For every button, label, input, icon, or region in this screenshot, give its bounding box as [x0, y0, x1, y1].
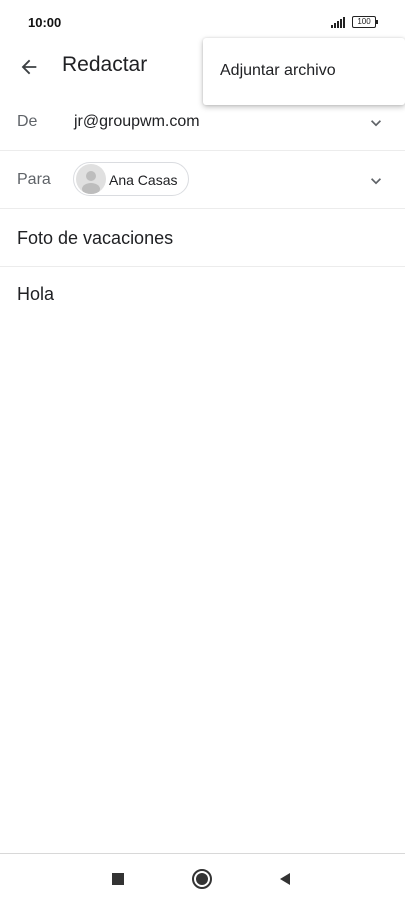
menu-item-attach-file[interactable]: Adjuntar archivo	[203, 38, 405, 105]
chevron-down-icon	[371, 178, 381, 185]
status-time: 10:00	[28, 15, 62, 30]
message-body[interactable]: Hola	[17, 284, 54, 305]
avatar	[76, 164, 106, 194]
person-icon	[82, 171, 100, 194]
to-expand-button[interactable]	[364, 169, 388, 193]
recents-square-icon	[112, 873, 124, 885]
home-button[interactable]	[189, 866, 215, 892]
recipient-name: Ana Casas	[109, 172, 178, 188]
battery-icon: 100	[352, 16, 378, 28]
from-label: De	[17, 113, 38, 130]
back-triangle-icon	[280, 873, 290, 885]
to-label: Para	[17, 171, 51, 188]
from-account[interactable]: jr@groupwm.com	[74, 113, 200, 131]
home-circle-icon	[192, 869, 212, 889]
arrow-back-icon	[21, 59, 37, 75]
back-button[interactable]	[12, 50, 46, 84]
recents-button[interactable]	[105, 866, 131, 892]
to-row: Para Ana Casas	[0, 151, 405, 209]
compose-screen: 10:00 100 Redactar De jr@groupwm.com Par…	[0, 0, 405, 902]
chevron-down-icon	[371, 120, 381, 127]
overflow-menu: Adjuntar archivo	[203, 38, 405, 105]
subject-field[interactable]: Foto de vacaciones	[0, 209, 405, 267]
signal-icon	[331, 16, 347, 28]
page-title: Redactar	[62, 53, 148, 76]
subject-text: Foto de vacaciones	[17, 228, 174, 248]
from-expand-button[interactable]	[364, 111, 388, 135]
recipient-chip[interactable]: Ana Casas	[73, 162, 189, 196]
system-nav-bar	[0, 853, 405, 902]
nav-back-button[interactable]	[272, 866, 298, 892]
